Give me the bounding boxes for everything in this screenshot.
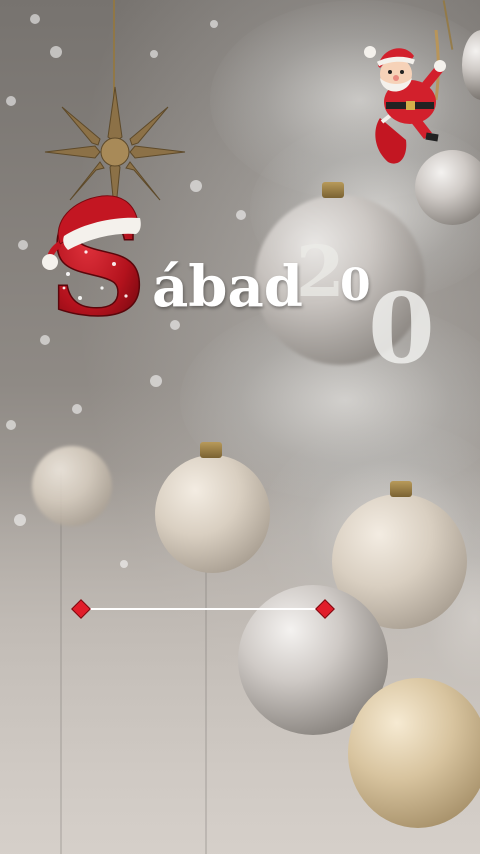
- floor-plank: [60, 470, 62, 854]
- slider-handle-start[interactable]: [71, 599, 91, 619]
- ornament-cap: [322, 182, 344, 198]
- range-slider[interactable]: [71, 598, 336, 620]
- snow-dot: [6, 420, 16, 430]
- snow-dot: [6, 96, 16, 106]
- snow-dot: [236, 210, 246, 220]
- snow-dot: [30, 14, 40, 24]
- ornament-ball: [32, 446, 112, 526]
- ornament-cap: [200, 442, 222, 458]
- snow-dot: [150, 375, 162, 387]
- title-text: ábad: [152, 254, 303, 320]
- date-digit-two: 2: [296, 230, 345, 313]
- snow-dot: [14, 514, 26, 526]
- date-digit-small-zero: 0: [340, 260, 371, 311]
- ornament-ball: [155, 455, 270, 573]
- snow-dot: [170, 320, 180, 330]
- snow-dot: [18, 240, 28, 250]
- snow-dot: [190, 180, 202, 192]
- slider-track: [82, 608, 326, 610]
- snow-dot: [120, 560, 128, 568]
- santa-claus-icon: [352, 29, 460, 170]
- title-letter-s: S: [42, 183, 148, 348]
- ornament-cap: [390, 481, 412, 497]
- slider-handle-end[interactable]: [315, 599, 335, 619]
- snow-dot: [150, 50, 158, 58]
- snow-dot: [210, 20, 218, 28]
- snow-dot: [72, 404, 82, 414]
- snow-dot: [40, 335, 50, 345]
- ornament-ball: [348, 678, 480, 828]
- snow-dot: [50, 46, 62, 58]
- christmas-background: S ábad 2 0 0: [0, 0, 480, 854]
- date-digit-zero: 0: [368, 272, 435, 385]
